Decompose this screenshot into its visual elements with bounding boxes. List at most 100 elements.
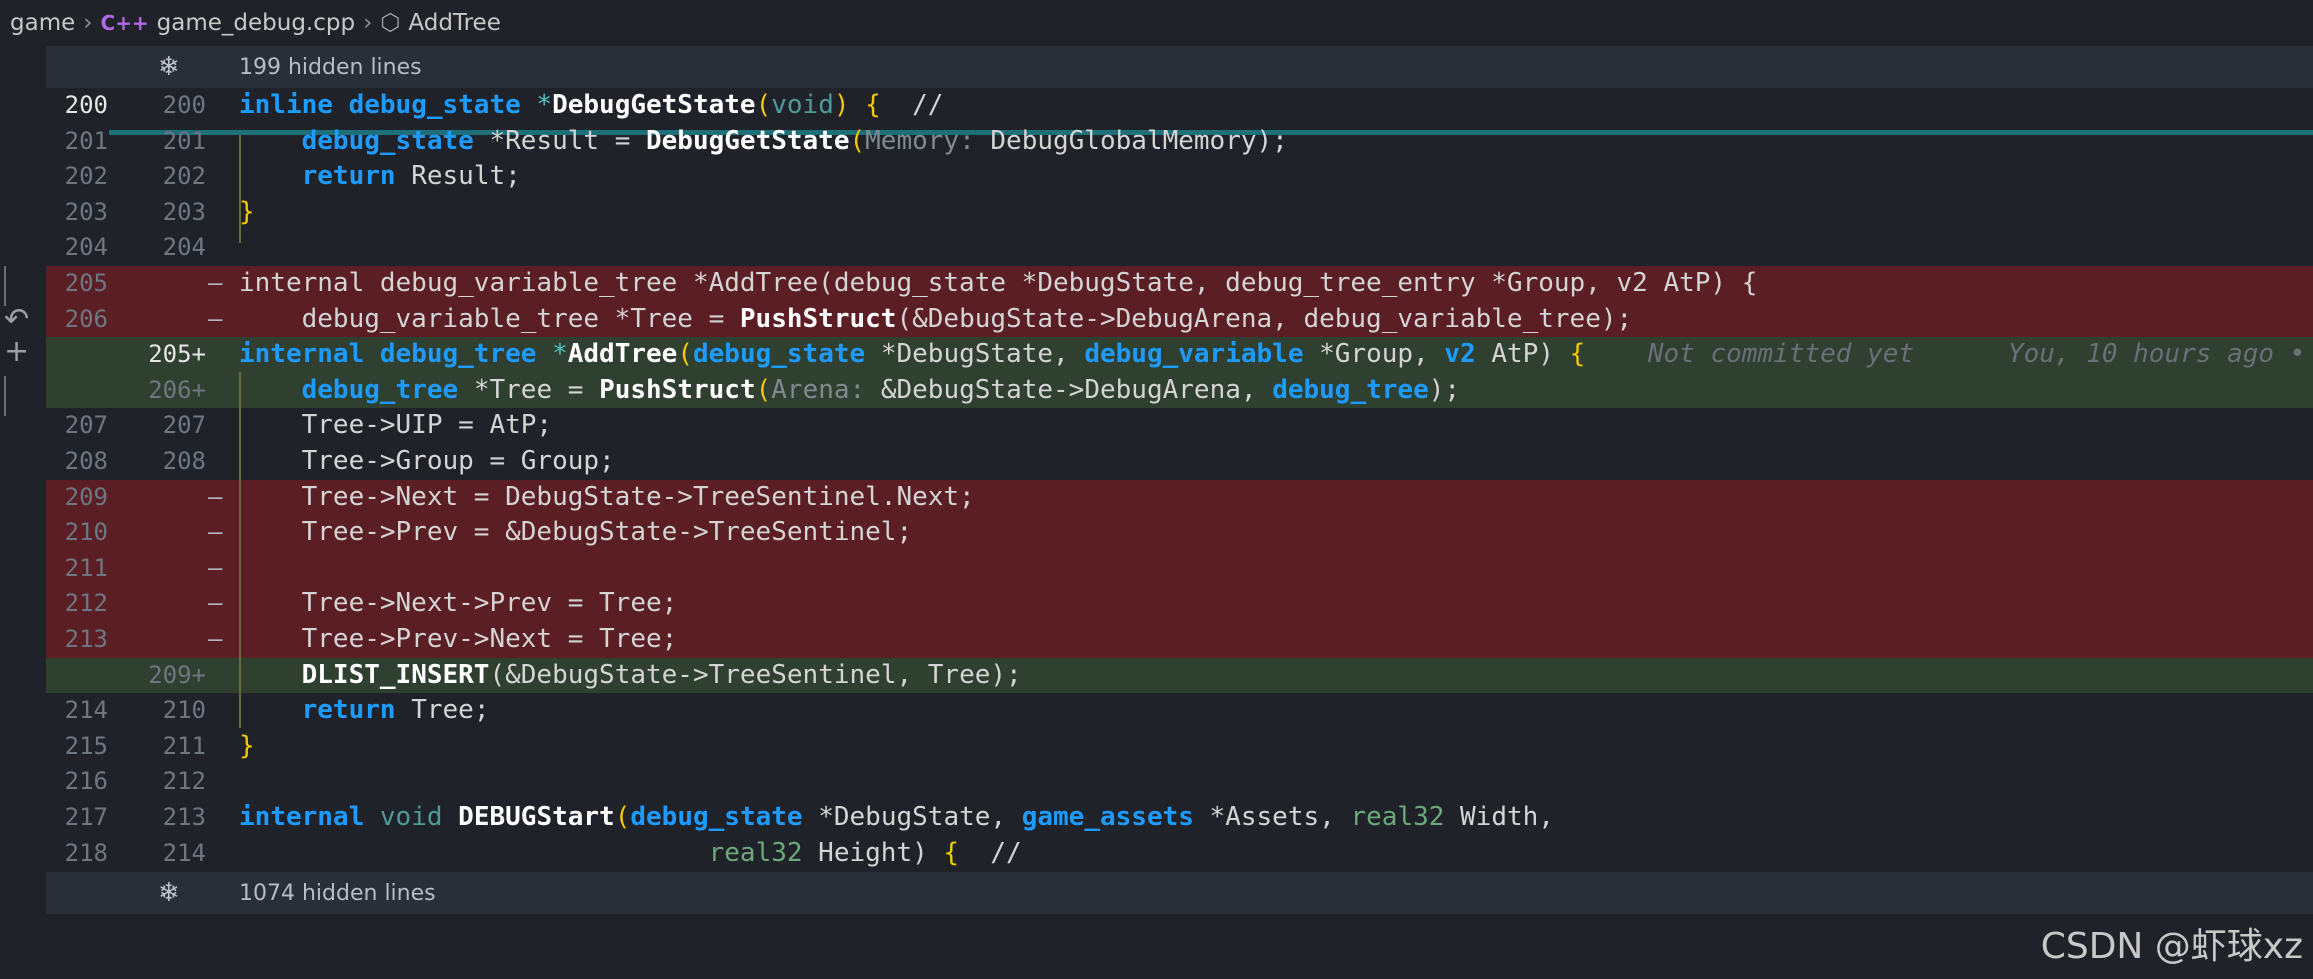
new-line-number: 214 xyxy=(162,838,206,867)
symbol-method-icon: ⬡ xyxy=(380,10,401,36)
scm-divider xyxy=(4,376,6,416)
scm-divider xyxy=(4,266,6,306)
unfold-icon[interactable]: ❄ xyxy=(158,52,180,82)
hidden-lines-bar-bottom[interactable]: ❄ 1074 hidden lines xyxy=(46,872,2313,914)
diff-marker: — xyxy=(208,269,223,297)
deleted-line: 206 — debug_variable_tree *Tree = PushSt… xyxy=(46,301,2313,338)
new-line-number: 207 xyxy=(162,411,206,440)
activity-strip: ↶ + xyxy=(0,46,46,979)
code-line: 217 213 internal void DEBUGStart(debug_s… xyxy=(46,800,2313,836)
hidden-lines-label: 1074 hidden lines xyxy=(239,881,436,906)
diff-marker: — xyxy=(208,518,223,547)
code-line: 218 214 real32 Height) { // xyxy=(46,836,2313,872)
diff-marker: — xyxy=(208,553,223,582)
diff-marker: — xyxy=(208,589,223,618)
old-line-number: 204 xyxy=(64,233,108,262)
deleted-line: 211 — xyxy=(46,550,2313,587)
new-line-number: 212 xyxy=(162,767,206,796)
revert-icon[interactable]: ↶ xyxy=(4,302,29,337)
new-line-number: 213 xyxy=(162,803,206,831)
chevron-right-icon: › xyxy=(83,10,93,36)
code-line: 200 200 inline debug_state *DebugGetStat… xyxy=(46,88,2313,124)
cpp-file-icon: C++ xyxy=(100,11,149,35)
new-line-number: 209+ xyxy=(148,660,206,689)
old-line-number: 211 xyxy=(64,553,108,582)
code-text: Tree->Next->Prev = Tree; xyxy=(239,588,678,619)
old-line-number: 209 xyxy=(64,482,108,511)
code-text: DLIST_INSERT(&DebugState->TreeSentinel, … xyxy=(301,659,1022,690)
code-text: return Tree; xyxy=(301,695,490,726)
code-text: } xyxy=(239,730,255,761)
chevron-right-icon: › xyxy=(363,10,373,36)
code-text: Tree->Group = Group; xyxy=(239,446,615,476)
new-line-number: 211 xyxy=(162,731,206,760)
breadcrumb-symbol[interactable]: AddTree xyxy=(408,10,500,36)
code-line: 202 202 return Result; xyxy=(46,159,2313,195)
code-editor[interactable]: ❄ 199 hidden lines 200 200 inline debug_… xyxy=(46,46,2313,979)
new-line-number: 202 xyxy=(162,162,206,191)
deleted-line: 209 — Tree->Next = DebugState->TreeSenti… xyxy=(46,479,2313,516)
code-line: 204 204 xyxy=(46,230,2313,266)
code-text: real32 Height) { // xyxy=(708,837,1022,868)
indent-guide xyxy=(239,372,241,728)
added-line: 206+ debug_tree *Tree = PushStruct(Arena… xyxy=(46,372,2313,409)
deleted-line: 212 — Tree->Next->Prev = Tree; xyxy=(46,586,2313,622)
old-line-number: 203 xyxy=(64,197,108,226)
git-blame-annotation[interactable]: Not committed yet You, 10 hours ago • xyxy=(1585,339,2305,369)
code-text: inline debug_state *DebugGetState(void) … xyxy=(239,90,944,120)
new-line-number: 203 xyxy=(162,197,206,226)
unfold-icon[interactable]: ❄ xyxy=(158,878,180,908)
code-text: internal debug_tree *AddTree(debug_state… xyxy=(239,339,2306,370)
new-line-number: 210 xyxy=(162,696,206,725)
code-text: debug_tree *Tree = PushStruct(Arena: &De… xyxy=(301,374,1461,405)
new-line-number: 205+ xyxy=(148,340,206,369)
code-line: 207 207 Tree->UIP = AtP; xyxy=(46,408,2313,444)
old-line-number: 202 xyxy=(64,162,108,191)
code-text: Tree->Prev = &DebugState->TreeSentinel; xyxy=(239,517,913,548)
code-line: 201 201 debug_state *Result = DebugGetSt… xyxy=(46,124,2313,160)
old-line-number: 212 xyxy=(64,589,108,618)
old-line-number: 208 xyxy=(64,447,108,475)
old-line-number: 206 xyxy=(64,304,108,333)
added-line: 209+ DLIST_INSERT(&DebugState->TreeSenti… xyxy=(46,657,2313,694)
stage-plus-icon[interactable]: + xyxy=(4,334,29,369)
deleted-line: 213 — Tree->Prev->Next = Tree; xyxy=(46,622,2313,658)
code-line: 208 208 Tree->Group = Group; xyxy=(46,444,2313,480)
old-line-number: 213 xyxy=(64,625,108,653)
code-text: internal debug_variable_tree *AddTree(de… xyxy=(239,268,1758,298)
old-line-number: 216 xyxy=(64,767,108,796)
old-line-number: 214 xyxy=(64,696,108,725)
old-line-number: 201 xyxy=(64,126,108,155)
new-line-number: 208 xyxy=(162,447,206,475)
code-text: return Result; xyxy=(301,161,521,192)
old-line-number: 210 xyxy=(64,518,108,547)
indent-guide xyxy=(239,135,241,243)
old-line-number: 217 xyxy=(64,803,108,831)
breadcrumb-file[interactable]: game_debug.cpp xyxy=(157,10,355,36)
breadcrumb: game › C++ game_debug.cpp › ⬡ AddTree xyxy=(0,0,2313,46)
new-line-number: 206+ xyxy=(148,375,206,404)
code-line: 216 212 xyxy=(46,764,2313,800)
new-line-number: 204 xyxy=(162,233,206,262)
old-line-number: 200 xyxy=(64,91,108,119)
diff-marker: — xyxy=(208,482,223,511)
hidden-lines-label: 199 hidden lines xyxy=(239,55,422,80)
old-line-number: 218 xyxy=(64,838,108,867)
code-line: 203 203 } xyxy=(46,195,2313,231)
code-text: debug_variable_tree *Tree = PushStruct(&… xyxy=(239,303,1633,334)
new-line-number: 200 xyxy=(162,91,206,119)
deleted-line: 210 — Tree->Prev = &DebugState->TreeSent… xyxy=(46,515,2313,551)
diff-marker: — xyxy=(208,625,223,653)
watermark: CSDN @虾球xz xyxy=(2040,926,2303,967)
hidden-lines-bar-top[interactable]: ❄ 199 hidden lines xyxy=(46,46,2313,88)
code-text: Tree->Next = DebugState->TreeSentinel.Ne… xyxy=(239,481,975,512)
code-text: } xyxy=(239,196,255,227)
old-line-number: 215 xyxy=(64,731,108,760)
new-line-number: 201 xyxy=(162,126,206,155)
diff-marker: — xyxy=(208,304,223,333)
code-text: Tree->UIP = AtP; xyxy=(239,410,553,441)
code-text: internal void DEBUGStart(debug_state *De… xyxy=(239,802,1554,832)
deleted-line: 205 — internal debug_variable_tree *AddT… xyxy=(46,266,2313,302)
breadcrumb-folder[interactable]: game xyxy=(10,10,75,36)
old-line-number: 207 xyxy=(64,411,108,440)
